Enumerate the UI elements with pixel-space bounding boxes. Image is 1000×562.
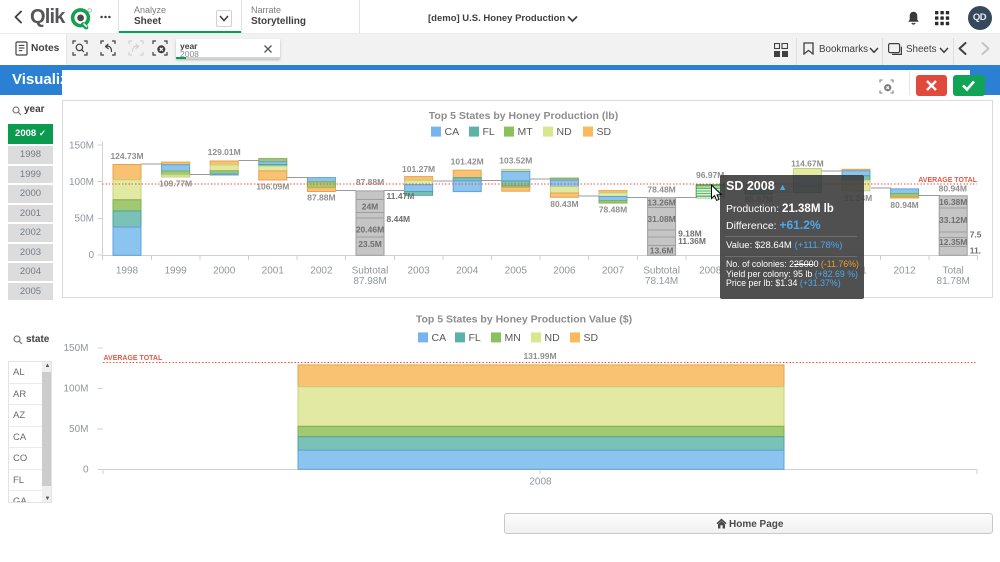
svg-text:11.: 11.: [970, 245, 981, 255]
svg-text:2004: 2004: [456, 265, 479, 276]
svg-text:13.6M: 13.6M: [650, 245, 674, 255]
svg-text:2006: 2006: [553, 265, 576, 276]
svg-text:MN: MN: [505, 332, 521, 344]
svg-text:33.12M: 33.12M: [939, 214, 967, 224]
svg-text:78.14M: 78.14M: [645, 276, 678, 287]
svg-text:150M: 150M: [63, 343, 88, 354]
svg-text:24M: 24M: [362, 201, 379, 211]
svg-text:ND: ND: [557, 126, 573, 138]
svg-text:150M: 150M: [69, 140, 94, 151]
svg-text:100M: 100M: [63, 384, 88, 395]
svg-text:2000: 2000: [213, 265, 236, 276]
svg-text:0: 0: [88, 250, 94, 261]
svg-text:2003: 2003: [407, 265, 430, 276]
svg-text:81.78M: 81.78M: [937, 276, 970, 287]
svg-text:13.26M: 13.26M: [647, 197, 675, 207]
svg-text:AVERAGE TOTAL: AVERAGE TOTAL: [104, 355, 163, 362]
svg-text:78.48M: 78.48M: [599, 204, 627, 214]
svg-text:1999: 1999: [164, 265, 187, 276]
svg-text:106.09M: 106.09M: [256, 181, 289, 191]
svg-text:23.5M: 23.5M: [358, 238, 382, 248]
svg-text:16.38M: 16.38M: [939, 196, 967, 206]
svg-text:80.94M: 80.94M: [939, 183, 967, 193]
svg-text:80.43M: 80.43M: [550, 199, 578, 209]
svg-text:31.08M: 31.08M: [647, 213, 675, 223]
svg-text:114.67M: 114.67M: [791, 158, 824, 168]
svg-text:50M: 50M: [75, 213, 94, 224]
svg-text:Subtotal: Subtotal: [643, 265, 680, 276]
svg-text:Top 5 States by Honey Producti: Top 5 States by Honey Production Value (…: [416, 313, 632, 325]
svg-text:0: 0: [83, 465, 89, 476]
svg-text:11.36M: 11.36M: [678, 236, 706, 246]
svg-text:12.35M: 12.35M: [939, 237, 967, 247]
svg-text:7.5: 7.5: [970, 229, 982, 239]
svg-text:131.99M: 131.99M: [523, 351, 556, 361]
svg-text:ND: ND: [545, 332, 561, 344]
svg-text:2008: 2008: [529, 477, 552, 488]
svg-text:FL: FL: [483, 126, 495, 138]
svg-text:2001: 2001: [262, 265, 285, 276]
svg-text:Top 5 States by Honey Producti: Top 5 States by Honey Production (lb): [429, 110, 618, 122]
svg-text:2012: 2012: [893, 265, 916, 276]
svg-text:87.88M: 87.88M: [307, 192, 335, 202]
svg-text:CA: CA: [445, 126, 460, 138]
svg-text:2002: 2002: [310, 265, 333, 276]
svg-text:11.47M: 11.47M: [387, 190, 415, 200]
svg-text:Total: Total: [943, 265, 964, 276]
svg-text:101.27M: 101.27M: [402, 163, 435, 173]
svg-text:87.98M: 87.98M: [353, 276, 386, 287]
svg-text:124.73M: 124.73M: [110, 151, 143, 161]
svg-text:100M: 100M: [69, 176, 94, 187]
svg-text:20.46M: 20.46M: [356, 224, 384, 234]
svg-text:Subtotal: Subtotal: [352, 265, 389, 276]
svg-text:78.48M: 78.48M: [647, 184, 675, 194]
svg-text:101.42M: 101.42M: [451, 156, 484, 166]
svg-text:FL: FL: [469, 332, 481, 344]
svg-text:2007: 2007: [602, 265, 625, 276]
svg-text:CA: CA: [432, 332, 447, 344]
svg-text:SD: SD: [597, 126, 612, 138]
svg-text:87.88M: 87.88M: [356, 177, 384, 187]
svg-text:2008: 2008: [699, 265, 722, 276]
svg-text:80.94M: 80.94M: [890, 199, 918, 209]
svg-text:8.44M: 8.44M: [387, 213, 411, 223]
svg-text:1998: 1998: [116, 265, 139, 276]
svg-text:2005: 2005: [505, 265, 528, 276]
svg-text:129.01M: 129.01M: [208, 147, 241, 157]
svg-text:MT: MT: [518, 126, 534, 138]
svg-text:103.52M: 103.52M: [499, 155, 532, 165]
svg-text:50M: 50M: [69, 424, 88, 435]
svg-text:SD: SD: [584, 332, 599, 344]
